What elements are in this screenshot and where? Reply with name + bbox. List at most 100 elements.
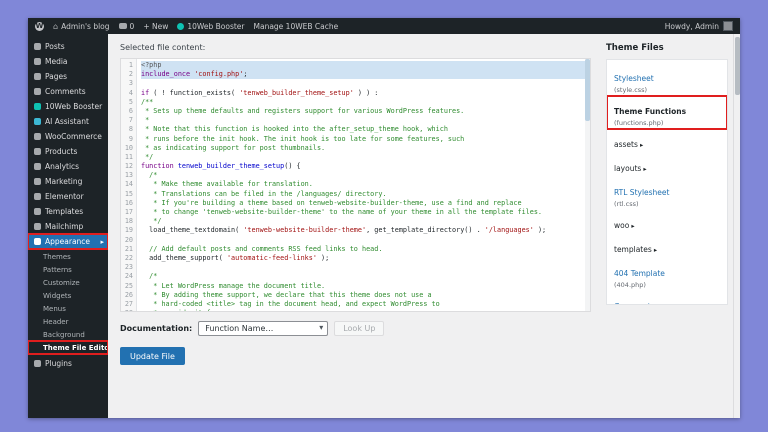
appearance-submenu: Themes Patterns Customize Widgets Menus Heade… xyxy=(28,249,108,356)
mailchimp-icon xyxy=(34,223,41,230)
code-line-6[interactable]: * Sets up theme defaults and registers s… xyxy=(141,107,590,116)
code-line-25[interactable]: * Let WordPress manage the document titl… xyxy=(141,282,590,291)
code-line-18[interactable]: */ xyxy=(141,217,590,226)
code-line-26[interactable]: * By adding theme support, we declare th… xyxy=(141,291,590,300)
submenu-item-themes[interactable]: Themes xyxy=(28,250,108,263)
function-name-select[interactable]: Function Name… ▾ xyxy=(198,321,329,336)
ai-assistant-icon xyxy=(34,118,41,125)
code-line-23[interactable] xyxy=(141,263,590,272)
code-line-17[interactable]: * to change 'tenweb-website-builder-them… xyxy=(141,208,590,217)
sidebar-item-appearance[interactable]: Appearance ▸ xyxy=(28,233,108,250)
documentation-row: Documentation: Function Name… ▾ Look Up xyxy=(120,321,591,336)
avatar xyxy=(723,21,733,31)
manage-cache-button[interactable]: Manage 10WEB Cache xyxy=(254,22,339,31)
code-line-7[interactable]: * xyxy=(141,116,590,125)
sidebar-item-elementor[interactable]: Elementor xyxy=(28,189,108,204)
code-line-15[interactable]: * Translations can be filed in the /lang… xyxy=(141,190,590,199)
theme-folder-layouts[interactable]: layouts ▸ xyxy=(607,153,727,177)
look-up-button[interactable]: Look Up xyxy=(334,321,385,336)
theme-file-rtl-stylesheet[interactable]: RTL Stylesheet (rtl.css) xyxy=(607,177,727,210)
sidebar-item-posts[interactable]: Posts xyxy=(28,39,108,54)
code-line-5[interactable]: /** xyxy=(141,98,590,107)
editor-scrollbar-thumb[interactable] xyxy=(585,59,590,121)
code-line-12[interactable]: function tenweb_builder_theme_setup() { xyxy=(141,162,590,171)
theme-file-comments[interactable]: Comments(comments.php) xyxy=(607,291,727,305)
code-line-3[interactable] xyxy=(141,79,590,88)
sidebar-item-mailchimp[interactable]: Mailchimp xyxy=(28,219,108,234)
pin-icon xyxy=(34,43,41,50)
code-line-10[interactable]: * as indicating support for post thumbna… xyxy=(141,144,590,153)
booster-admin-bar-item[interactable]: 10Web Booster xyxy=(177,22,245,31)
code-line-8[interactable]: * Note that this function is hooked into… xyxy=(141,125,590,134)
code-line-28[interactable]: * provide it for us. xyxy=(141,309,590,311)
submenu-item-patterns[interactable]: Patterns xyxy=(28,263,108,276)
analytics-icon xyxy=(34,163,41,170)
code-editor[interactable]: 1 2 3 4 5 6 7 8 9 10 11 12 13 14 15 16 17 18 19 20 21 22 23 24 2… xyxy=(120,58,591,312)
submenu-item-theme-file-editor[interactable]: Theme File Editor xyxy=(28,340,108,355)
booster-icon xyxy=(177,22,185,30)
theme-files-list: Stylesheet (style.css) Theme Functions (fun… xyxy=(606,59,728,305)
sidebar-item-templates[interactable]: Templates xyxy=(28,204,108,219)
folder-arrow-icon: ▸ xyxy=(641,164,647,173)
admin-bar-comments[interactable]: 0 xyxy=(118,21,135,31)
code-line-9[interactable]: * runs before the init hook. The init ho… xyxy=(141,135,590,144)
products-icon xyxy=(34,148,41,155)
submenu-item-customize[interactable]: Customize xyxy=(28,276,108,289)
code-line-27[interactable]: * hard-coded <title> tag in the document… xyxy=(141,300,590,309)
media-icon xyxy=(34,58,41,65)
submenu-item-background[interactable]: Background xyxy=(28,328,108,341)
update-file-button[interactable]: Update File xyxy=(120,347,185,365)
sidebar-item-comments[interactable]: Comments xyxy=(28,84,108,99)
submenu-item-menus[interactable]: Menus xyxy=(28,302,108,315)
folder-arrow-icon: ▸ xyxy=(651,245,658,254)
sidebar-item-marketing[interactable]: Marketing xyxy=(28,174,108,189)
submenu-item-widgets[interactable]: Widgets xyxy=(28,289,108,302)
code-lines[interactable]: <?php include_once 'config.php'; if ( ! fu… xyxy=(137,59,590,311)
sidebar-item-ai-assistant[interactable]: AI Assistant xyxy=(28,114,108,129)
wordpress-logo-icon[interactable]: W xyxy=(35,21,44,31)
page-scrollbar[interactable] xyxy=(733,34,740,418)
sidebar-item-pages[interactable]: Pages xyxy=(28,69,108,84)
new-content-button[interactable]: + New xyxy=(143,22,168,31)
sidebar-item-media[interactable]: Media xyxy=(28,54,108,69)
editor-scrollbar[interactable] xyxy=(585,59,590,311)
theme-file-404-template[interactable]: 404 Template (404.php) xyxy=(607,258,727,291)
submenu-item-header[interactable]: Header xyxy=(28,315,108,328)
howdy-account-menu[interactable]: Howdy, Admin xyxy=(665,22,719,31)
sidebar-item-woocommerce[interactable]: WooCommerce xyxy=(28,129,108,144)
code-line-24[interactable]: /* xyxy=(141,272,590,281)
code-line-19[interactable]: load_theme_textdomain( 'tenweb-website-b… xyxy=(141,226,590,235)
code-line-13[interactable]: /* xyxy=(141,171,590,180)
code-line-16[interactable]: * If you're building a theme based on te… xyxy=(141,199,590,208)
theme-file-stylesheet[interactable]: Stylesheet (style.css) xyxy=(607,63,727,96)
theme-folder-woo[interactable]: woo ▸ xyxy=(607,210,727,234)
home-icon: ⌂ xyxy=(53,21,59,31)
site-name-label: Admin's blog xyxy=(61,21,110,31)
code-line-11[interactable]: */ xyxy=(141,153,590,162)
comments-count: 0 xyxy=(129,21,135,31)
sidebar-item-analytics[interactable]: Analytics xyxy=(28,159,108,174)
theme-file-theme-functions[interactable]: Theme Functions (functions.php) xyxy=(607,95,727,130)
code-line-22[interactable]: add_theme_support( 'automatic-feed-links… xyxy=(141,254,590,263)
sidebar-item-plugins[interactable]: Plugins xyxy=(28,356,108,371)
code-line-2[interactable]: include_once 'config.php'; xyxy=(141,70,590,80)
booster-icon xyxy=(34,103,41,110)
code-line-14[interactable]: * Make theme available for translation. xyxy=(141,180,590,189)
sidebar-item-10web-booster[interactable]: 10Web Booster xyxy=(28,99,108,114)
code-line-20[interactable] xyxy=(141,236,590,245)
theme-folder-templates[interactable]: templates ▸ xyxy=(607,234,727,258)
code-line-21[interactable]: // Add default posts and comments RSS fe… xyxy=(141,245,590,254)
code-line-1[interactable]: <?php xyxy=(141,61,590,71)
theme-folder-assets[interactable]: assets ▸ xyxy=(607,129,727,153)
line-number-gutter: 1 2 3 4 5 6 7 8 9 10 11 12 13 14 15 16 17 18 19 20 21 22 23 24 2… xyxy=(121,59,137,311)
code-line-4[interactable]: if ( ! function_exists( 'tenweb_builder_… xyxy=(141,89,590,98)
wp-admin-window: W ⌂ Admin's blog 0 + New 10Web Booster M… xyxy=(28,18,740,418)
page-scrollbar-thumb[interactable] xyxy=(735,37,740,95)
admin-sidebar: Posts Media Pages Comments 10Web Booster AI A… xyxy=(28,34,108,418)
site-name-link[interactable]: ⌂ Admin's blog xyxy=(53,22,110,31)
comments-icon xyxy=(34,88,41,95)
folder-arrow-icon: ▸ xyxy=(629,221,635,230)
sidebar-item-products[interactable]: Products xyxy=(28,144,108,159)
editor-content-area: Selected file content: 1 2 3 4 5 6 7 8 9 10 11 12 13… xyxy=(108,34,601,418)
documentation-label: Documentation: xyxy=(120,324,193,333)
